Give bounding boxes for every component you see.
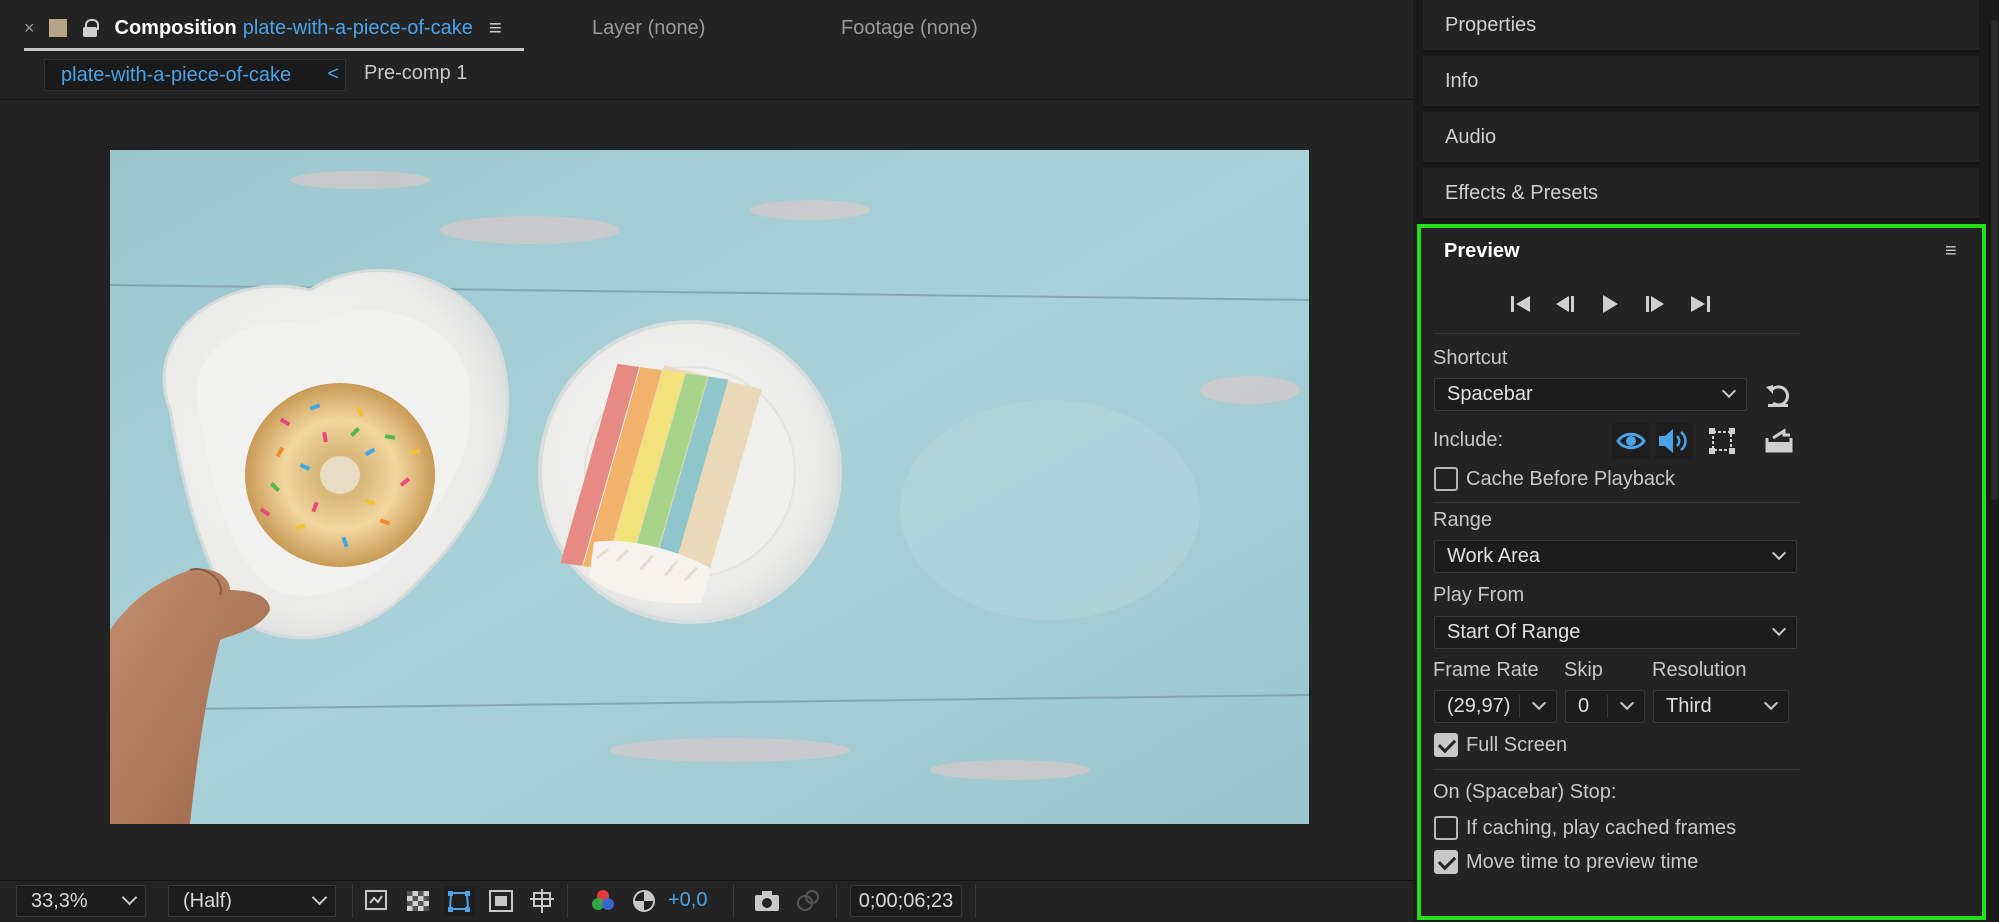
last-frame-button[interactable] [1685, 292, 1715, 316]
range-label: Range [1433, 509, 1492, 531]
shortcut-dropdown[interactable]: Spacebar [1434, 378, 1747, 411]
previous-frame-button[interactable] [1550, 292, 1580, 316]
frame-rate-value: (29,97) [1447, 695, 1511, 717]
magnification-value: 33,3% [31, 889, 88, 912]
full-screen-checkbox[interactable] [1434, 733, 1458, 757]
shortcut-value: Spacebar [1447, 383, 1533, 405]
chevron-down-icon [1721, 383, 1737, 399]
preview-resolution-value: Third [1666, 695, 1712, 717]
audio-panel-header[interactable]: Audio [1423, 112, 1979, 164]
preview-resolution-dropdown[interactable]: Third [1653, 690, 1789, 723]
properties-panel-header[interactable]: Properties [1423, 0, 1979, 52]
section-divider [1434, 769, 1800, 770]
toolbar-divider [975, 884, 976, 918]
dropdown-divider [1519, 695, 1520, 718]
move-time-checkbox[interactable] [1434, 850, 1458, 874]
tab-composition-name: plate-with-a-piece-of-cake [242, 16, 473, 39]
toolbar-divider [352, 884, 353, 918]
reset-shortcut-icon[interactable] [1763, 381, 1793, 409]
shortcut-label: Shortcut [1433, 347, 1508, 369]
first-frame-button[interactable] [1506, 292, 1536, 316]
play-from-dropdown[interactable]: Start Of Range [1434, 616, 1797, 649]
section-divider [1434, 502, 1800, 503]
chevron-left-icon: < [327, 63, 339, 85]
breadcrumb-current-comp[interactable]: plate-with-a-piece-of-cake < [44, 59, 346, 91]
play-from-value: Start Of Range [1447, 621, 1581, 643]
panel-menu-icon[interactable]: ≡ [1945, 240, 1957, 263]
preview-output-icon[interactable] [1763, 423, 1795, 459]
resolution-label: Resolution [1652, 659, 1747, 681]
cache-before-playback-label: Cache Before Playback [1466, 468, 1676, 490]
snapshot-icon[interactable] [752, 886, 782, 916]
next-frame-button[interactable] [1640, 292, 1670, 316]
skip-label: Skip [1564, 659, 1603, 681]
grid-guides-icon[interactable] [527, 886, 557, 916]
frame-rate-label: Frame Rate [1433, 659, 1539, 681]
include-audio-speaker-icon[interactable] [1655, 423, 1693, 459]
info-panel-header[interactable]: Info [1423, 56, 1979, 108]
label-color-swatch[interactable] [48, 19, 67, 37]
full-screen-label: Full Screen [1466, 734, 1568, 756]
if-caching-checkbox[interactable] [1434, 816, 1458, 840]
toolbar-divider [836, 884, 837, 918]
chevron-down-icon [1771, 545, 1787, 561]
cache-before-playback-checkbox[interactable] [1434, 467, 1458, 491]
current-time-display[interactable]: 0;00;06;23 [850, 885, 962, 917]
tab-composition-prefix: Composition [114, 16, 237, 39]
resolution-value: (Half) [183, 889, 232, 912]
color-channels-icon[interactable] [588, 886, 618, 916]
play-button[interactable] [1595, 292, 1625, 316]
composition-frame-image[interactable] [110, 150, 1309, 824]
frame-rate-dropdown[interactable]: (29,97) [1434, 690, 1557, 723]
panel-scrollbar-thumb[interactable] [1991, 20, 1998, 500]
lock-icon[interactable] [82, 19, 99, 37]
reset-exposure-icon[interactable] [629, 886, 659, 916]
include-label: Include: [1433, 429, 1504, 451]
cake-and-donut-image [110, 150, 1309, 824]
active-tab-indicator [24, 48, 524, 51]
exposure-value[interactable]: +0,0 [668, 889, 707, 912]
move-time-label: Move time to preview time [1466, 851, 1699, 873]
range-dropdown[interactable]: Work Area [1434, 540, 1797, 573]
always-preview-icon[interactable] [362, 886, 392, 916]
dropdown-divider [1607, 695, 1608, 718]
mask-path-icon[interactable] [444, 886, 474, 916]
preview-panel-title: Preview [1444, 240, 1520, 262]
tab-footage[interactable]: Footage (none) [841, 0, 978, 56]
skip-value: 0 [1578, 695, 1590, 717]
tab-layer[interactable]: Layer (none) [592, 0, 705, 56]
transparency-grid-icon[interactable] [403, 886, 433, 916]
play-from-label: Play From [1433, 584, 1525, 606]
toolbar-divider [733, 884, 734, 918]
breadcrumb-current-label: plate-with-a-piece-of-cake [61, 63, 292, 86]
close-tab-icon[interactable]: × [24, 18, 35, 39]
breadcrumb-precomp[interactable]: Pre-comp 1 [364, 62, 467, 85]
range-value: Work Area [1447, 545, 1540, 567]
if-caching-label: If caching, play cached frames [1466, 817, 1737, 839]
chevron-down-icon [1619, 695, 1635, 711]
chevron-down-icon [1763, 695, 1779, 711]
panel-menu-icon[interactable]: ≡ [489, 15, 502, 41]
include-overlays-icon[interactable] [1705, 423, 1739, 459]
toolbar-divider [567, 884, 568, 918]
section-divider [1434, 333, 1800, 334]
include-video-eye-icon[interactable] [1612, 423, 1650, 459]
chevron-down-icon [1531, 695, 1547, 711]
show-snapshot-icon[interactable] [793, 886, 823, 916]
chevron-down-icon [1771, 621, 1787, 637]
magnification-dropdown[interactable]: 33,3% [16, 885, 146, 917]
on-stop-label: On (Spacebar) Stop: [1433, 781, 1617, 803]
resolution-dropdown[interactable]: (Half) [168, 885, 336, 917]
chevron-down-icon [121, 889, 138, 906]
chevron-down-icon [311, 889, 328, 906]
skip-dropdown[interactable]: 0 [1565, 690, 1645, 723]
title-safe-icon[interactable] [486, 886, 516, 916]
effects-presets-panel-header[interactable]: Effects & Presets [1423, 168, 1979, 220]
